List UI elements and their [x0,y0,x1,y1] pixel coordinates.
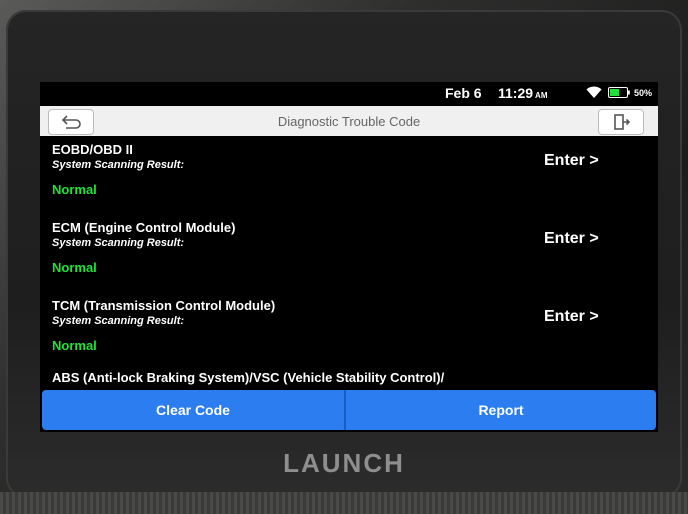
status-bar: Feb 6 11:29 AM 50% [40,82,658,104]
battery-icon [608,87,630,98]
wifi-icon [586,86,602,98]
enter-button[interactable]: Enter > [544,230,599,248]
desk-edge [0,492,688,514]
action-bar: Clear Code Report [42,390,656,430]
device-screen: Feb 6 11:29 AM 50% Diagnostic Trouble Cod… [40,82,658,432]
system-name: EOBD/OBD II [52,142,133,157]
status-time-value: 11:29 [498,85,534,101]
page-title: Diagnostic Trouble Code [277,114,421,129]
scan-result-label: System Scanning Result: [52,237,185,249]
scan-result-label: System Scanning Result: [52,159,185,171]
title-bar: Diagnostic Trouble Code [40,106,658,136]
status-ampm: AM [535,91,548,100]
system-item-abs-partial[interactable]: ABS (Anti-lock Braking System)/VSC (Vehi… [52,370,444,385]
system-name: ECM (Engine Control Module) [52,220,236,235]
scan-result-label: System Scanning Result: [52,315,185,327]
brand-logo: LAUNCH [283,448,405,478]
scan-status: Normal [52,338,97,353]
exit-icon [614,114,631,130]
status-time: 11:29 AM [498,85,548,101]
system-list: EOBD/OBD II System Scanning Result: Norm… [40,136,658,390]
system-name: TCM (Transmission Control Module) [52,298,276,313]
status-date: Feb 6 [445,85,482,101]
report-button[interactable]: Report [346,390,656,430]
clear-code-button[interactable]: Clear Code [42,390,344,430]
system-item-tcm: TCM (Transmission Control Module) System… [40,292,658,368]
system-item-ecm: ECM (Engine Control Module) System Scann… [40,214,658,290]
enter-button[interactable]: Enter > [544,152,599,170]
battery-percent: 50% [634,88,653,98]
enter-button[interactable]: Enter > [544,308,599,326]
exit-button[interactable] [598,109,644,135]
system-item-eobd: EOBD/OBD II System Scanning Result: Norm… [40,136,658,212]
scan-status: Normal [52,260,97,275]
scan-status: Normal [52,182,97,197]
